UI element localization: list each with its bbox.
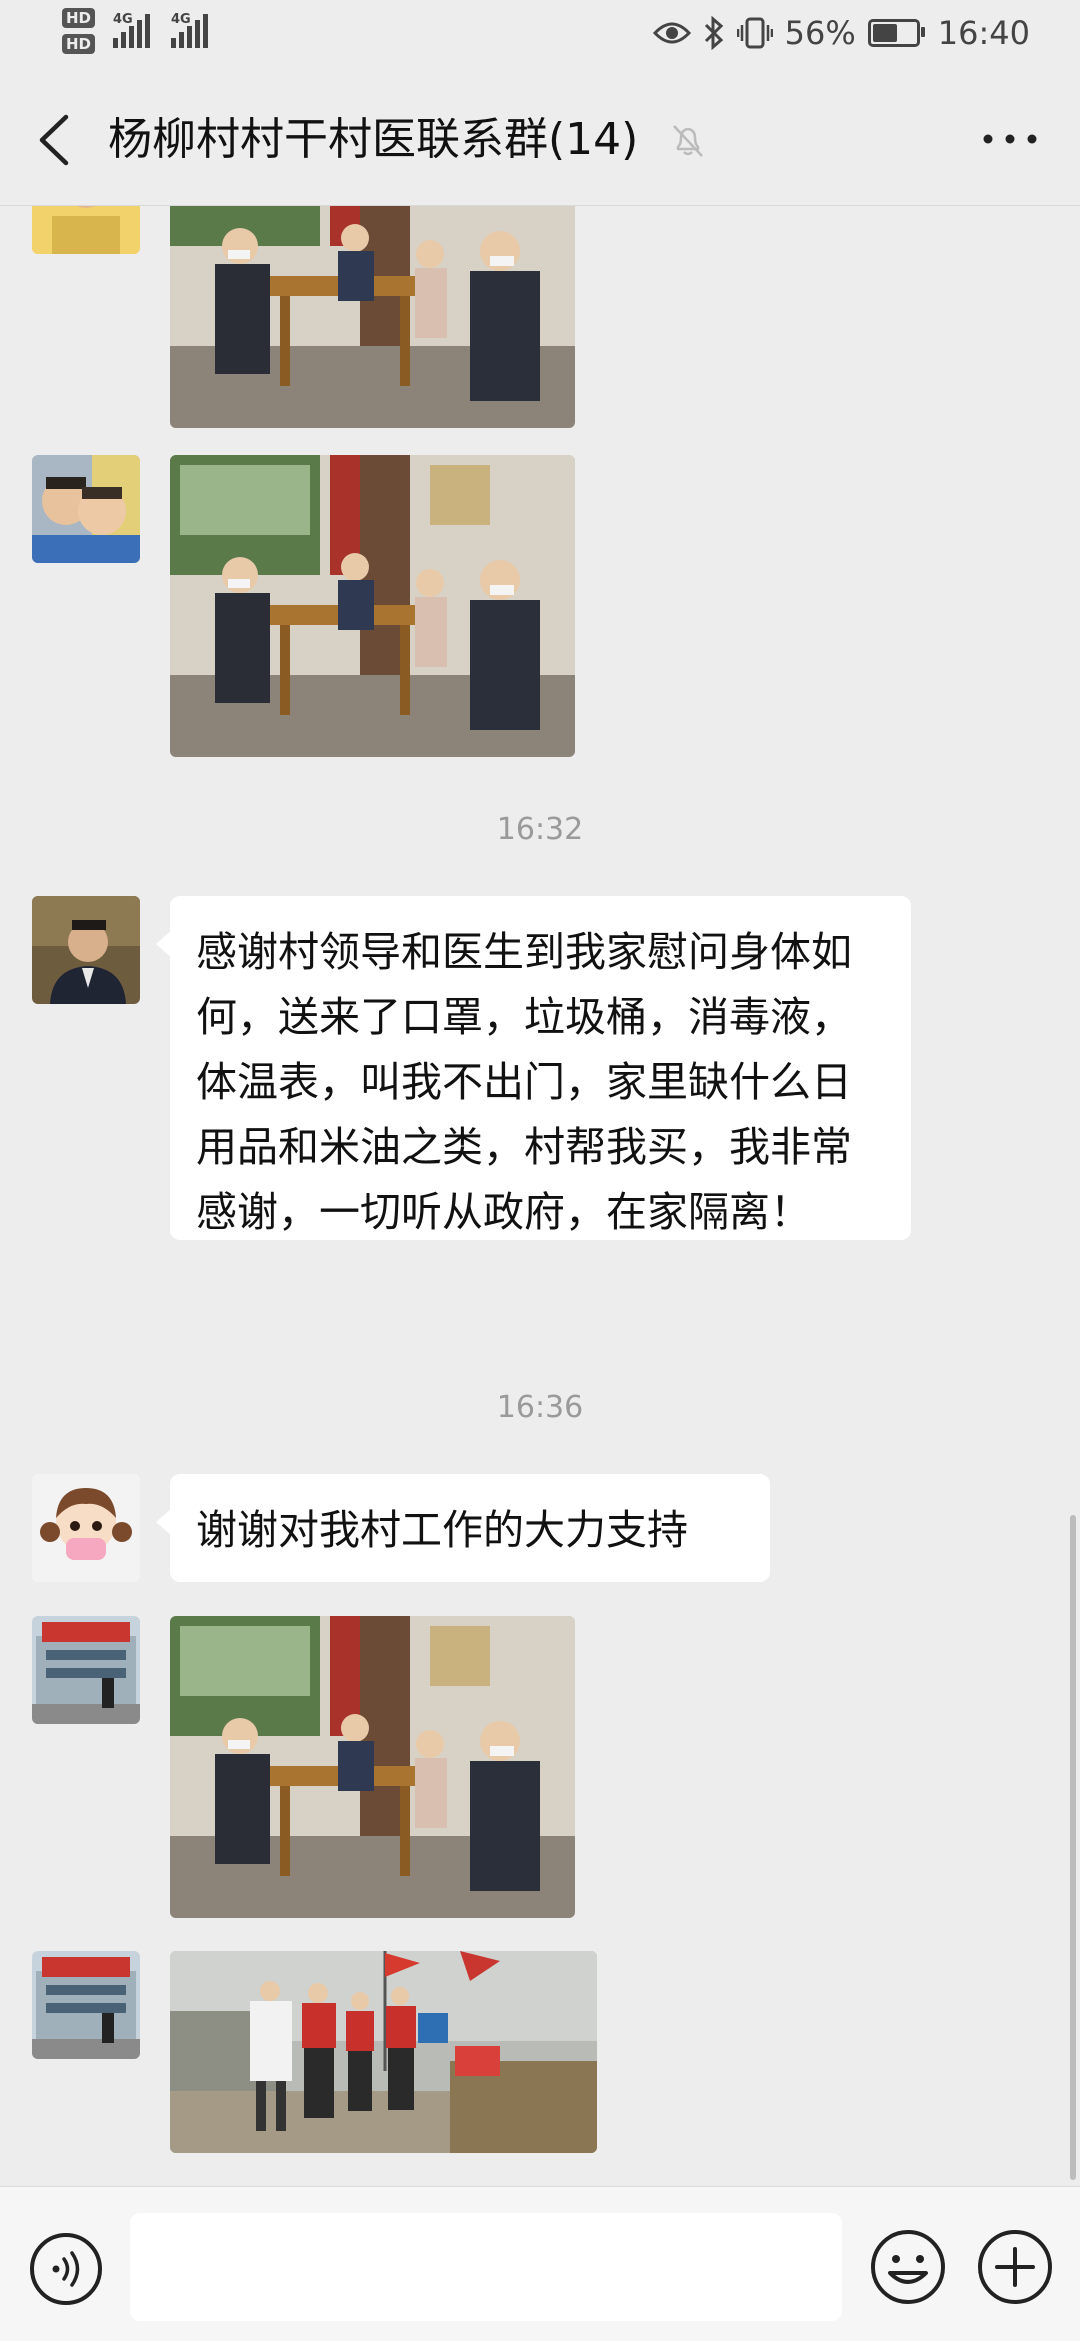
avatar[interactable] bbox=[32, 1616, 140, 1724]
message-image[interactable] bbox=[170, 206, 575, 428]
scrollbar[interactable] bbox=[1070, 1515, 1076, 2180]
hd1-badge: HD bbox=[62, 8, 96, 28]
chat-header: 杨柳村村干村医联系群(14) bbox=[0, 75, 1080, 206]
signal-icon: 4G bbox=[113, 12, 153, 48]
chat-title[interactable]: 杨柳村村干村医联系群(14) bbox=[108, 113, 638, 167]
checkpoint-outdoor-photo bbox=[170, 1951, 597, 2153]
message-text: 谢谢对我村工作的大力支持 bbox=[196, 1506, 688, 1554]
battery-icon bbox=[867, 19, 925, 47]
battery-percent: 56% bbox=[784, 14, 856, 52]
people-in-room-photo bbox=[170, 1616, 575, 1918]
people-in-room-photo bbox=[170, 455, 575, 757]
message-image[interactable] bbox=[170, 1616, 575, 1918]
plus-icon[interactable] bbox=[975, 2227, 1055, 2307]
message-bubble[interactable]: 感谢村领导和医生到我家慰问身体如何，送来了口罩，垃圾桶，消毒液，体温表，叫我不出… bbox=[156, 896, 911, 1240]
message-image[interactable] bbox=[170, 1951, 597, 2153]
people-in-room-photo bbox=[170, 206, 575, 428]
hd-indicators: HD HD bbox=[62, 8, 96, 54]
chat-area[interactable]: 16:32 感谢村领导和医生到我家慰问身体如何，送来了口罩，垃圾桶，消毒液，体温… bbox=[0, 206, 1080, 2186]
yellow-avatar-image bbox=[32, 206, 140, 254]
building-avatar-image bbox=[32, 1951, 140, 2059]
timestamp: 16:32 bbox=[496, 812, 584, 847]
avatar[interactable] bbox=[32, 206, 140, 254]
cartoon-girl-avatar-image bbox=[32, 1474, 140, 1582]
message-input[interactable] bbox=[130, 2213, 842, 2321]
back-arrow-icon[interactable] bbox=[30, 113, 80, 167]
mute-bell-icon bbox=[673, 125, 703, 157]
voice-icon[interactable] bbox=[28, 2231, 104, 2307]
more-icon[interactable] bbox=[980, 125, 1040, 153]
status-bar: HD HD 4G 4G 56% 16:40 bbox=[0, 0, 1080, 75]
avatar[interactable] bbox=[32, 455, 140, 563]
avatar[interactable] bbox=[32, 1474, 140, 1582]
building-avatar-image bbox=[32, 1616, 140, 1724]
message-image[interactable] bbox=[170, 455, 575, 757]
message-text: 感谢村领导和医生到我家慰问身体如何，送来了口罩，垃圾桶，消毒液，体温表，叫我不出… bbox=[196, 928, 852, 1236]
message-bubble[interactable]: 谢谢对我村工作的大力支持 bbox=[156, 1474, 770, 1582]
status-bar-right: 56% 16:40 bbox=[652, 14, 1030, 52]
bluetooth-icon bbox=[704, 16, 723, 50]
timestamp: 16:36 bbox=[496, 1390, 584, 1425]
emoji-icon[interactable] bbox=[868, 2227, 948, 2307]
eye-icon bbox=[652, 22, 691, 44]
avatar[interactable] bbox=[32, 1951, 140, 2059]
clock: 16:40 bbox=[937, 14, 1030, 52]
network-type-label-2: 4G bbox=[171, 12, 191, 27]
hd2-badge: HD bbox=[62, 34, 96, 54]
children-avatar-image bbox=[32, 455, 140, 563]
man-avatar-image bbox=[32, 896, 140, 1004]
status-bar-left: HD HD 4G 4G bbox=[62, 8, 211, 54]
avatar[interactable] bbox=[32, 896, 140, 1004]
network-type-label: 4G bbox=[113, 12, 133, 27]
signal2-icon: 4G bbox=[171, 12, 211, 48]
vibrate-icon bbox=[736, 17, 773, 49]
input-bar bbox=[0, 2186, 1080, 2341]
battery-fill bbox=[872, 24, 897, 42]
